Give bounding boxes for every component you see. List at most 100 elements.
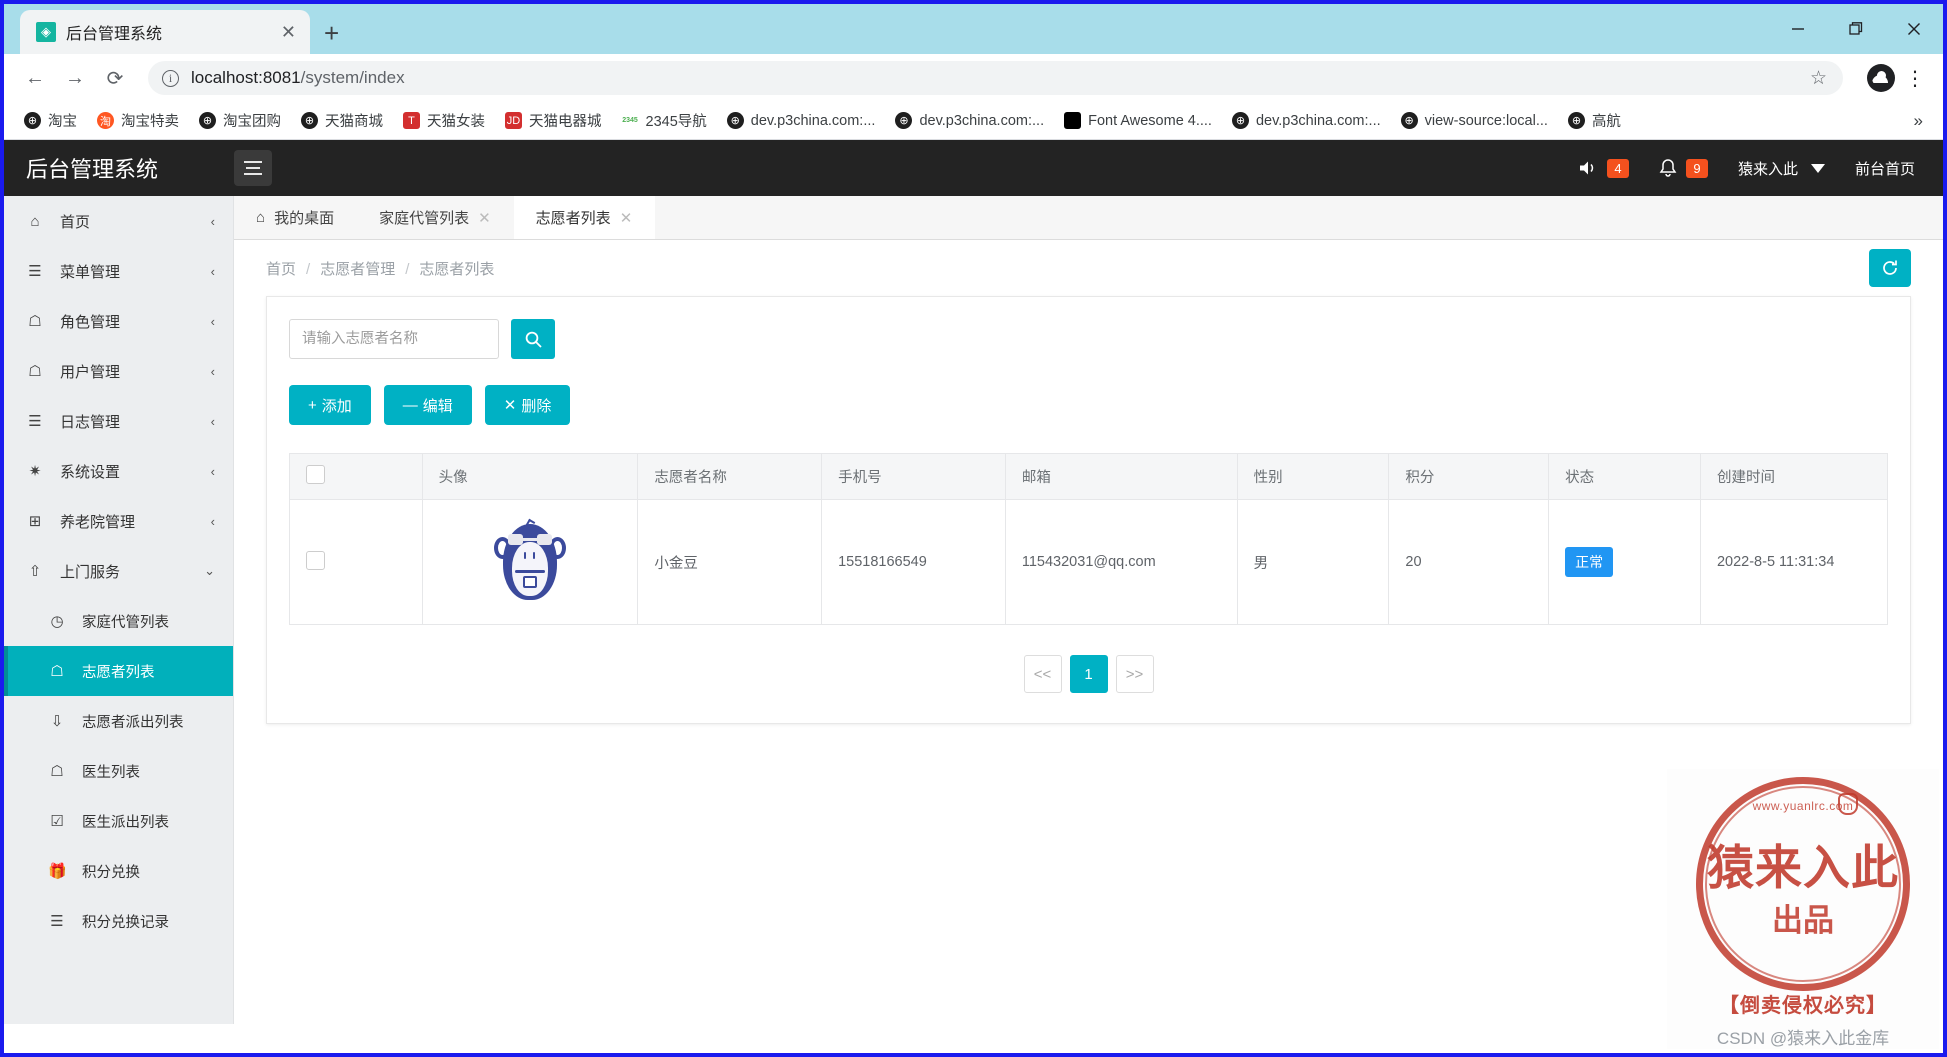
browser-toolbar: ← → ⟳ i localhost:8081/system/index ☆ ⋮ <box>4 54 1943 102</box>
bookmark-favicon-icon: ⊕ <box>301 112 318 129</box>
pagination-prev[interactable]: << <box>1023 655 1062 693</box>
chevron-left-icon: ‹ <box>210 313 215 329</box>
back-icon[interactable]: ← <box>18 61 52 95</box>
pagination: << 1 >> <box>289 655 1888 693</box>
bookmark-item[interactable]: ⊕ 天猫商城 <box>293 106 391 135</box>
action-button[interactable]: ✕ 删除 <box>484 385 571 425</box>
search-row <box>289 319 1888 359</box>
gender-cell: 男 <box>1236 499 1390 625</box>
bookmark-item[interactable]: ⊕ 淘宝团购 <box>191 106 289 135</box>
sidebar-item-label: 菜单管理 <box>60 263 121 281</box>
bookmark-item[interactable]: T 天猫女装 <box>395 106 493 135</box>
bookmark-item[interactable]: ⊕ 淘宝 <box>16 106 85 135</box>
bookmark-item[interactable]: ⊕ dev.p3china.com:... <box>887 108 1052 133</box>
search-icon <box>525 331 542 348</box>
bookmark-item[interactable]: JD 天猫电器城 <box>497 106 610 135</box>
content-tab[interactable]: 志愿者列表 ✕ <box>513 196 656 239</box>
content-tabbar: ⌂ 我的桌面 家庭代管列表 ✕ 志愿者列表 ✕ <box>234 196 1943 240</box>
sidebar-item-link[interactable]: ◷ 家庭代管列表 <box>4 596 233 646</box>
sidebar-item-label: 用户管理 <box>60 363 121 381</box>
browser-menu-icon[interactable]: ⋮ <box>1901 66 1929 91</box>
refresh-button[interactable] <box>1869 249 1911 287</box>
maximize-button[interactable] <box>1827 4 1885 54</box>
sidebar-item-label: 首页 <box>60 213 91 231</box>
sidebar-item-link[interactable]: ☰ 积分兑换记录 <box>4 896 233 946</box>
app-brand-title: 后台管理系统 <box>26 157 159 182</box>
sidebar-item-link[interactable]: ☑ 医生派出列表 <box>4 796 233 846</box>
browser-tab-active[interactable]: ◈ 后台管理系统 ✕ <box>20 10 310 54</box>
web-app: 后台管理系统 4 9 猿来入此 前台首页 ⌂ 首页 ‹ ☰ 菜单管理 ‹ ☖ 角… <box>4 140 1943 1024</box>
bookmark-label: dev.p3china.com:... <box>1255 112 1381 129</box>
breadcrumb-item[interactable]: 志愿者列表 <box>419 261 494 278</box>
forward-icon[interactable]: → <box>58 61 92 95</box>
address-bar[interactable]: i localhost:8081/system/index ☆ <box>148 61 1843 95</box>
reload-icon[interactable]: ⟳ <box>98 61 132 95</box>
profile-avatar[interactable] <box>1867 64 1895 92</box>
action-button[interactable]: + 添加 <box>289 385 371 425</box>
user-menu[interactable]: 猿来入此 <box>1738 158 1825 179</box>
chevron-left-icon: ‹ <box>210 363 215 379</box>
bookmark-item[interactable]: 淘淘宝特卖 <box>89 106 187 135</box>
sidebar-item-link[interactable]: ⇧ 上门服务 ⌄ <box>4 546 233 596</box>
breadcrumb-item[interactable]: 志愿者管理 <box>320 261 395 278</box>
front-page-link[interactable]: 前台首页 <box>1855 158 1915 179</box>
bell-notification[interactable]: 9 <box>1659 158 1708 178</box>
bookmark-favicon-icon: 淘 <box>97 112 114 129</box>
table-body: 小金豆 15518166549 115432031@qq.com 男 20 正常 2022-… <box>289 499 1889 625</box>
bookmark-star-icon[interactable]: ☆ <box>1810 67 1829 90</box>
bookmark-item[interactable]: 2345 2345导航 <box>614 106 715 135</box>
table-row[interactable]: 小金豆 15518166549 115432031@qq.com 男 20 正常 2022-… <box>289 499 1889 625</box>
phone-cell: 15518166549 <box>821 499 1006 625</box>
bookmark-favicon-icon: ⊕ <box>1567 112 1585 129</box>
action-button[interactable]: — 编辑 <box>383 385 472 425</box>
search-input[interactable] <box>289 319 499 359</box>
select-all-checkbox[interactable] <box>306 465 325 484</box>
bookmark-favicon-icon: ⊕ <box>199 112 216 129</box>
row-checkbox[interactable] <box>306 550 325 570</box>
site-info-icon[interactable]: i <box>162 69 179 87</box>
close-window-button[interactable] <box>1885 4 1943 54</box>
bookmark-item[interactable]: ⊕ view-source:local... <box>1393 108 1556 133</box>
bookmark-item[interactable]: ⊕ dev.p3china.com:... <box>719 108 884 133</box>
sidebar-item-link[interactable]: ☖ 角色管理 ‹ <box>4 296 233 346</box>
sidebar-item-link[interactable]: ✷ 系统设置 ‹ <box>4 446 233 496</box>
sidebar-item-link[interactable]: ☰ 菜单管理 ‹ <box>4 246 233 296</box>
volume-notification[interactable]: 4 <box>1578 158 1629 178</box>
bookmark-item[interactable]: ⊕ dev.p3china.com:... <box>1224 108 1389 133</box>
home-icon: ⌂ <box>256 209 266 226</box>
bookmark-item[interactable]: ⊕ 高航 <box>1560 106 1629 135</box>
sidebar-toggle-icon[interactable] <box>234 150 272 186</box>
content-tab[interactable]: ⌂ 我的桌面 <box>234 196 357 239</box>
close-tab-icon[interactable]: ✕ <box>620 209 633 227</box>
sidebar-item-link[interactable]: 🎁 积分兑换 <box>4 846 233 896</box>
sidebar-item-link[interactable]: ⇩ 志愿者派出列表 <box>4 696 233 746</box>
content-tab[interactable]: 家庭代管列表 ✕ <box>357 196 514 239</box>
watermark-csdn-text: CSDN @猿来入此金库 <box>1716 1029 1890 1048</box>
bookmarks-bar: ⊕ 淘宝淘淘宝特卖 ⊕ 淘宝团购 ⊕ 天猫商城 T 天猫女装 JD 天猫电器城 2345 2345导航… <box>4 102 1943 140</box>
pagination-next[interactable]: >> <box>1115 655 1154 693</box>
breadcrumb-item[interactable]: 首页 <box>266 261 296 278</box>
browser-tab-title: 后台管理系统 <box>66 26 163 43</box>
bookmark-favicon-icon: ⊕ <box>726 112 744 129</box>
status-badge[interactable]: 正常 <box>1565 547 1614 577</box>
volume-icon <box>1579 161 1594 175</box>
browser-window: ◈ 后台管理系统 ✕ + ← → ⟳ i localhost:8081/syst… <box>0 0 1947 1057</box>
main-content: ⌂ 我的桌面 家庭代管列表 ✕ 志愿者列表 ✕ 首页 / 志愿者管理 / 志愿者列表 +添加 — <box>234 196 1943 1024</box>
minimize-button[interactable] <box>1769 4 1827 54</box>
search-button[interactable] <box>511 319 555 359</box>
sidebar-item-link[interactable]: ☖ 医生列表 <box>4 746 233 796</box>
sidebar-item-active[interactable]: ☖ 志愿者列表 <box>4 646 233 696</box>
sidebar-item-label: 家庭代管列表 <box>82 614 169 631</box>
bookmark-item[interactable]: Font Awesome 4.... <box>1056 108 1220 133</box>
bookmark-label: 淘宝 <box>48 114 77 130</box>
sidebar-item-link[interactable]: ⊞ 养老院管理 ‹ <box>4 496 233 546</box>
sidebar-item-link[interactable]: ☖ 用户管理 ‹ <box>4 346 233 396</box>
close-tab-icon[interactable]: ✕ <box>277 22 300 43</box>
pagination-page[interactable]: 1 <box>1069 655 1108 693</box>
new-tab-button[interactable]: + <box>324 20 339 46</box>
close-tab-icon[interactable]: ✕ <box>478 209 491 227</box>
refresh-icon <box>1883 260 1897 275</box>
sidebar-item-link[interactable]: ☰ 日志管理 ‹ <box>4 396 233 446</box>
sidebar-item-link[interactable]: ⌂ 首页 ‹ <box>4 196 233 246</box>
bookmarks-overflow-icon[interactable]: » <box>1906 111 1931 131</box>
